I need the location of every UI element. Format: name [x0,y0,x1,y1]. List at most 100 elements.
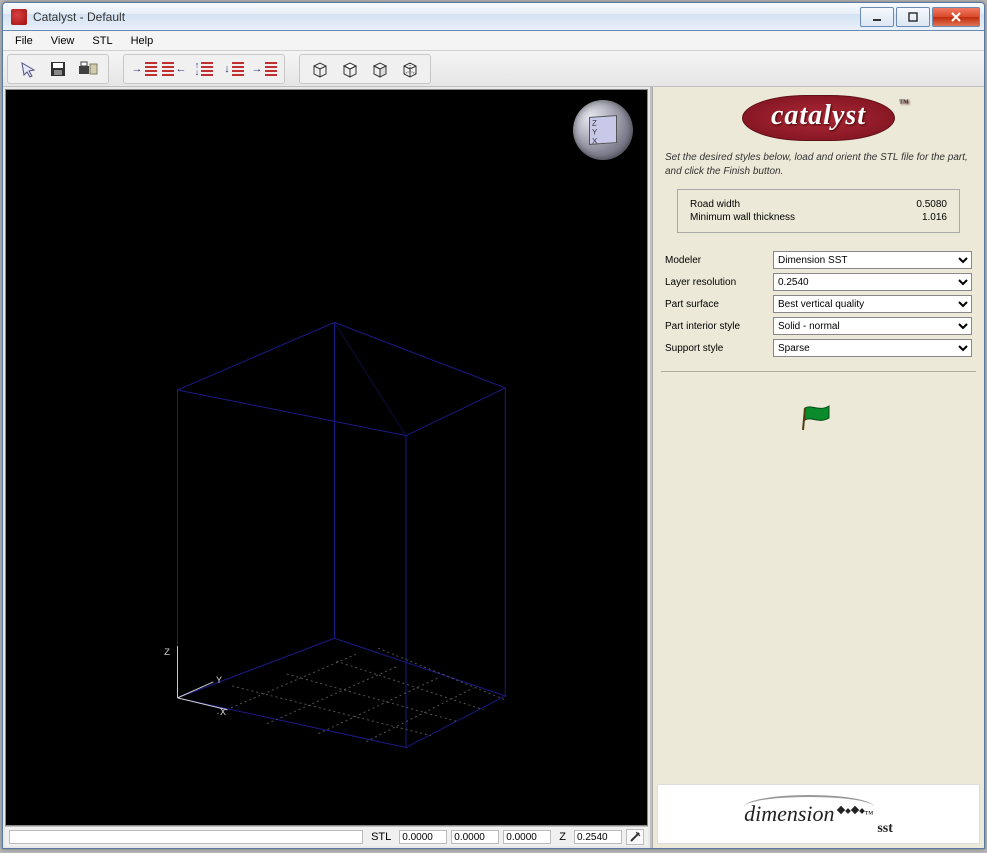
align-right-button[interactable]: → [130,56,158,82]
titlebar: Catalyst - Default [3,3,984,31]
cursor-icon [19,60,37,78]
align-up-down-button[interactable]: ↑↓ [190,56,218,82]
cube-right-icon [370,60,390,78]
content-area: Z Y X Z Y X STL 0.0000 0.0000 0.0000 Z [3,87,984,848]
flag-icon [799,404,839,432]
status-layer-value: 0.2540 [574,830,622,844]
status-y-value: 0.0000 [451,830,499,844]
gizmo-x: X [592,136,597,145]
close-icon [950,11,962,23]
lines-icon [201,62,213,76]
surface-label: Part surface [665,299,765,310]
minimize-button[interactable] [860,7,894,27]
menu-view[interactable]: View [43,33,83,49]
finish-area [657,384,980,455]
3d-viewport[interactable]: Z Y X Z Y X [5,89,648,826]
min-wall-value: 1.016 [922,212,947,223]
view-gizmo[interactable]: Z Y X [573,100,633,160]
axis-y-label: Y [216,676,222,687]
divider [661,371,976,372]
interior-label: Part interior style [665,321,765,332]
surface-row: Part surface Best vertical quality [657,293,980,315]
app-window: Catalyst - Default File View STL Help [2,2,985,849]
info-box: Road width 0.5080 Minimum wall thickness… [677,189,960,233]
view-right-button[interactable] [366,56,394,82]
app-icon [11,9,27,25]
right-pane: catalyst Set the desired styles below, l… [652,87,984,848]
interior-select[interactable]: Solid - normal [773,317,972,335]
axis-x-label: X [220,708,226,719]
save-icon [49,60,67,78]
gizmo-y: Y [592,127,597,136]
layer-select[interactable]: 0.2540 [773,273,972,291]
status-tool-button[interactable] [626,829,644,845]
gizmo-cube-icon: Z Y X [589,115,617,145]
cube-top-icon [340,60,360,78]
toolbar-group-file [7,54,109,84]
print-icon [77,60,99,78]
dimension-text: dimension [744,801,834,827]
road-width-label: Road width [690,199,740,210]
save-button[interactable] [44,56,72,82]
instructions-text: Set the desired styles below, load and o… [657,149,980,189]
trademark-icon: ™ [865,809,874,819]
cursor-button[interactable] [14,56,42,82]
layer-label: Layer resolution [665,277,765,288]
window-title: Catalyst - Default [33,10,860,24]
axis-z-label: Z [164,648,170,659]
interior-row: Part interior style Solid - normal [657,315,980,337]
align-arrow-button[interactable]: → [250,56,278,82]
modeler-select[interactable]: Dimension SST [773,251,972,269]
status-x-value: 0.0000 [399,830,447,844]
minimize-icon [872,12,882,22]
lines-icon [145,62,157,76]
dimension-logo: dimension ™ sst [657,784,980,844]
align-left-button[interactable]: ← [160,56,188,82]
cube-wire-icon [400,60,420,78]
sst-text: sst [877,821,893,837]
min-wall-label: Minimum wall thickness [690,212,795,223]
view-top-button[interactable] [336,56,364,82]
cube-icon [310,60,330,78]
close-button[interactable] [932,7,980,27]
menu-help[interactable]: Help [123,33,162,49]
menu-file[interactable]: File [7,33,41,49]
road-width-row: Road width 0.5080 [690,198,947,211]
menubar: File View STL Help [3,31,984,51]
view-iso-button[interactable] [306,56,334,82]
viewport-scene [6,90,647,825]
layer-row: Layer resolution 0.2540 [657,271,980,293]
view-wire-button[interactable] [396,56,424,82]
road-width-value: 0.5080 [916,199,947,210]
toolbar: → ← ↑↓ ↓ → [3,51,984,87]
maximize-icon [908,12,918,22]
status-z-value: 0.0000 [503,830,551,844]
toolbar-group-align: → ← ↑↓ ↓ → [123,54,285,84]
min-wall-row: Minimum wall thickness 1.016 [690,211,947,224]
lines-icon [162,62,174,76]
align-down-button[interactable]: ↓ [220,56,248,82]
finish-button[interactable] [799,404,839,432]
left-pane: Z Y X Z Y X STL 0.0000 0.0000 0.0000 Z [3,87,652,848]
modeler-row: Modeler Dimension SST [657,249,980,271]
support-label: Support style [665,343,765,354]
maximize-button[interactable] [896,7,930,27]
catalyst-logo: catalyst [742,95,895,141]
window-controls [860,7,980,27]
status-z-label: Z [555,831,570,843]
status-progress [9,830,363,844]
support-select[interactable]: Sparse [773,339,972,357]
modeler-label: Modeler [665,255,765,266]
print-button[interactable] [74,56,102,82]
lines-icon [232,62,244,76]
wand-icon [629,831,641,843]
brand-logo-area: catalyst [657,91,980,149]
support-row: Support style Sparse [657,337,980,359]
surface-select[interactable]: Best vertical quality [773,295,972,313]
status-stl-label: STL [367,831,395,843]
lines-icon [265,62,277,76]
diamond-icon [837,804,865,816]
menu-stl[interactable]: STL [84,33,120,49]
toolbar-group-view [299,54,431,84]
gizmo-z: Z [592,118,597,127]
